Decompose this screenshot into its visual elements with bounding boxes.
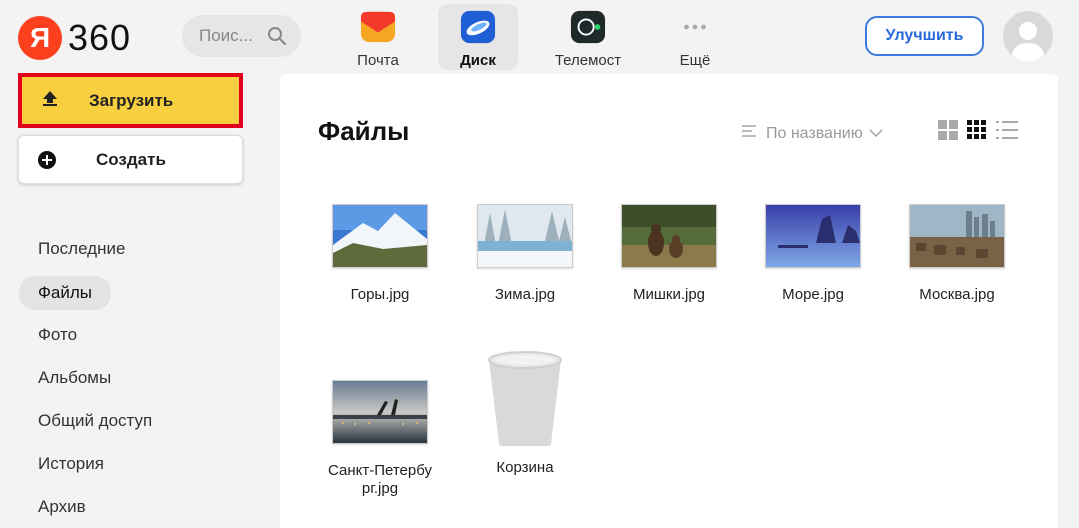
trash-icon [485, 350, 565, 451]
sidebar-item-photo[interactable]: Фото [38, 325, 77, 345]
page-title: Файлы [318, 116, 410, 146]
telemost-icon [570, 9, 606, 45]
upload-button[interactable]: Загрузить [18, 73, 243, 128]
app-mail-label: Почта [357, 52, 399, 69]
upload-icon [40, 88, 60, 113]
upload-label: Загрузить [89, 90, 174, 110]
file-item[interactable]: Мишки.jpg [604, 204, 734, 304]
search-placeholder: Поис... [199, 26, 253, 45]
sidebar-item-shared[interactable]: Общий доступ [38, 411, 152, 431]
disk-icon [460, 9, 496, 45]
file-name: Зима.jpg [494, 286, 556, 303]
thumbnail-bears [621, 204, 717, 268]
file-name: Мишки.jpg [632, 286, 706, 303]
file-name: Москва.jpg [919, 286, 995, 303]
file-name: Море.jpg [782, 286, 844, 303]
mail-icon [360, 9, 396, 45]
sort-label: По названию [766, 124, 863, 142]
more-icon [677, 9, 713, 45]
app-telemost-label: Телемост [554, 52, 622, 69]
search-input[interactable]: Поис... [182, 15, 301, 57]
thumbnail-spb [332, 380, 428, 444]
app-telemost[interactable]: Телемост [548, 4, 628, 70]
file-item[interactable]: Море.jpg [748, 204, 878, 304]
app-disk[interactable]: Диск [438, 4, 518, 70]
create-label: Создать [96, 149, 166, 169]
sidebar-item-files[interactable]: Файлы [19, 276, 112, 310]
search-icon [267, 26, 287, 51]
file-item[interactable]: Москва.jpg [892, 204, 1022, 304]
sidebar-item-history[interactable]: История [38, 454, 104, 474]
thumbnail-mountains [332, 204, 428, 268]
app-mail[interactable]: Почта [338, 4, 418, 70]
sort-dropdown[interactable]: По названию [742, 124, 883, 143]
trash-folder[interactable]: Корзина [460, 350, 590, 477]
upgrade-button[interactable]: Улучшить [865, 16, 984, 56]
thumbnail-moscow [909, 204, 1005, 268]
logo-number: 360 [68, 17, 132, 58]
app-disk-label: Диск [460, 52, 496, 69]
sidebar-item-albums[interactable]: Альбомы [38, 368, 111, 388]
yandex-360-logo[interactable]: Я 360 [18, 16, 131, 60]
app-more[interactable]: Ещё [655, 4, 735, 70]
file-name: Санкт-Петербург.jpg [328, 462, 432, 497]
chevron-down-icon [869, 125, 883, 143]
file-item[interactable]: Зима.jpg [460, 204, 590, 304]
files-panel: Файлы По названию Горы.jpg Зима.jpg Мишк… [280, 74, 1058, 528]
view-switcher [938, 120, 1027, 145]
plus-circle-icon [37, 150, 57, 170]
file-name: Корзина [496, 459, 554, 476]
file-item[interactable]: Санкт-Петербург.jpg [315, 380, 445, 498]
small-grid-view-icon[interactable] [967, 120, 987, 145]
large-grid-view-icon[interactable] [938, 120, 958, 145]
file-item[interactable]: Горы.jpg [315, 204, 445, 304]
thumbnail-sea [765, 204, 861, 268]
thumbnail-winter [477, 204, 573, 268]
avatar-icon[interactable] [1003, 11, 1053, 61]
app-more-label: Ещё [679, 52, 711, 69]
sidebar-item-archive[interactable]: Архив [38, 497, 86, 517]
list-view-icon[interactable] [996, 120, 1018, 145]
sort-icon [742, 124, 758, 143]
logo-letter: Я [18, 16, 62, 60]
file-name: Горы.jpg [350, 286, 410, 303]
create-button[interactable]: Создать [18, 135, 243, 184]
sidebar-item-recent[interactable]: Последние [38, 239, 125, 259]
